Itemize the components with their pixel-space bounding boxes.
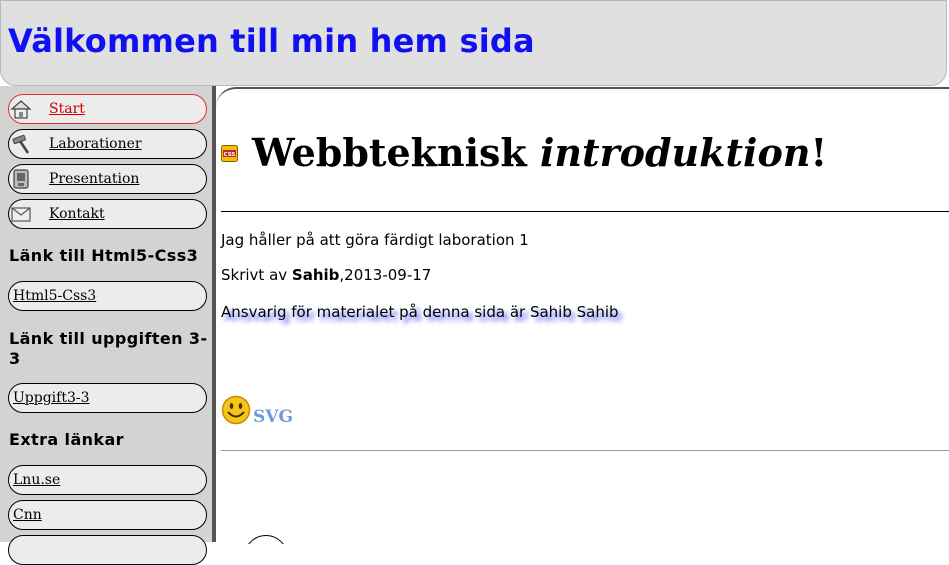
svg-text:CSS: CSS [224, 152, 236, 158]
heading-italic: introduktion [539, 130, 811, 175]
nav-item-label: Kontakt [49, 206, 105, 222]
divider [221, 450, 949, 451]
heading-exclamation: ! [810, 130, 828, 175]
section-heading-html5: Länk till Html5-Css3 [9, 246, 199, 265]
nav-item-kontakt[interactable]: Kontakt [8, 199, 207, 229]
link-cnn[interactable]: Cnn [8, 500, 207, 530]
section-heading-extra: Extra länkar [9, 430, 124, 449]
home-icon [10, 100, 32, 119]
link-label: Lnu.se [13, 472, 61, 488]
link-uppgift3-3[interactable]: Uppgift3-3 [8, 383, 207, 413]
link-html5-css3[interactable]: Html5-Css3 [8, 281, 207, 311]
nav-item-presentation[interactable]: Presentation [8, 164, 207, 194]
paragraph-author: Skrivt av Sahib,2013-09-17 [221, 266, 431, 284]
envelope-icon [11, 207, 31, 222]
nav-item-label: Presentation [49, 171, 140, 187]
nav-item-laborationer[interactable]: Laborationer [8, 129, 207, 159]
phone-icon [13, 169, 29, 189]
heading-text: Webbteknisk [252, 130, 540, 175]
nav-item-label: Laborationer [49, 136, 142, 152]
sidebar: Start Laborationer Presentation Kontakt … [0, 86, 216, 565]
link-label: Html5-Css3 [13, 288, 97, 304]
header: Välkommen till min hem sida [0, 0, 947, 86]
main-heading: Webbteknisk introduktion! [252, 129, 827, 177]
css-icon: CSS [221, 145, 238, 162]
author-prefix: Skrivt av [221, 266, 292, 284]
nav-item-label: Start [49, 101, 85, 117]
hammer-icon [12, 134, 30, 154]
site-title: Välkommen till min hem sida [8, 22, 535, 60]
svg-link[interactable]: SVG [253, 407, 293, 427]
author-date: ,2013-09-17 [339, 266, 432, 284]
smiley-icon [221, 395, 251, 425]
circle-shape [244, 535, 288, 544]
author-name: Sahib [291, 266, 340, 284]
section-heading-uppgift: Länk till uppgiften 3-3 [9, 329, 208, 368]
paragraph-status: Jag håller på att göra färdigt laboratio… [221, 231, 529, 249]
divider [221, 211, 949, 212]
link-partial[interactable] [8, 535, 207, 565]
link-label: Cnn [13, 507, 42, 523]
link-label: Uppgift3-3 [13, 390, 90, 406]
main-content: CSS Webbteknisk introduktion! Jag håller… [216, 87, 949, 544]
nav-item-start[interactable]: Start [8, 94, 207, 124]
paragraph-responsible: Ansvarig för materialet på denna sida är… [221, 303, 619, 321]
link-lnu[interactable]: Lnu.se [8, 465, 207, 495]
